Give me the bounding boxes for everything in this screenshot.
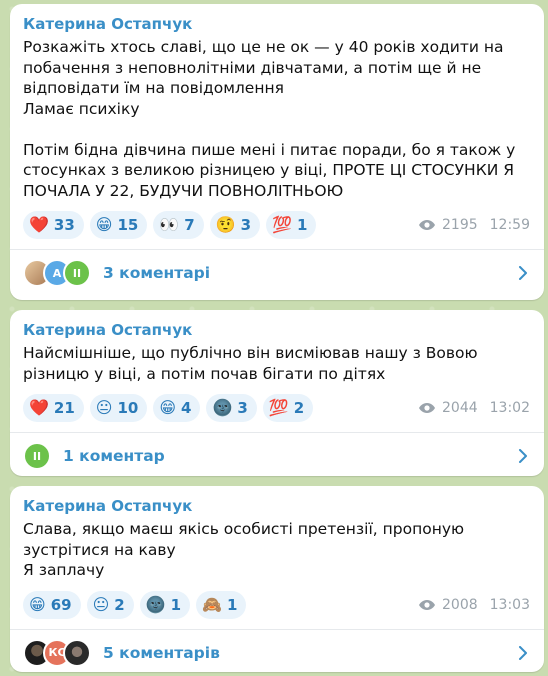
grin-emoji-icon: 😁 [95,215,113,234]
reaction-neutral[interactable]: 😐 2 [86,590,134,619]
neutral-face-emoji-icon: 😐 [92,594,110,614]
avatar: II [23,442,51,470]
commenter-avatars: II [23,442,51,470]
commenter-avatars: КС [23,638,91,667]
reaction-count: 4 [181,399,192,417]
message-time: 13:03 [489,596,530,613]
reaction-count: 15 [117,216,139,234]
comments-link[interactable]: 3 коментарі [103,264,516,282]
message-author[interactable]: Катерина Остапчук [23,14,530,34]
heart-emoji-icon: ❤️ [29,215,49,234]
reactions-bar: 😁 69 😐 2 🌚 1 🙈 1 [23,590,247,619]
reaction-count: 1 [297,216,308,234]
eye-icon [419,403,435,413]
view-count: 2044 [442,400,478,416]
reaction-grin[interactable]: 😁 4 [153,394,201,422]
message-author[interactable]: Катерина Остапчук [23,496,530,516]
heart-emoji-icon: ❤️ [29,398,49,417]
reaction-raised-eyebrow[interactable]: 🤨 3 [209,211,261,239]
reaction-count: 2 [114,595,125,614]
message-footer: ❤️ 21 😐 10 😁 4 🌚 3 💯 2 2044 13:02 [23,392,530,424]
reaction-moon[interactable]: 🌚 1 [139,590,191,619]
comments-row[interactable]: КС 5 коментарів [23,630,530,676]
message-stats: 2008 13:03 [418,597,530,613]
reaction-moon[interactable]: 🌚 3 [206,394,257,422]
reactions-bar: ❤️ 33 😁 15 👀 7 🤨 3 💯 1 [23,211,317,239]
chevron-right-icon[interactable] [516,645,530,660]
new-moon-face-emoji-icon: 🌚 [145,594,166,614]
message-text: Слава, якщо маєш якісь особисті претензі… [23,520,465,579]
eye-icon [419,599,435,610]
reactions-bar: ❤️ 21 😐 10 😁 4 🌚 3 💯 2 [23,394,314,422]
grin-emoji-icon: 😁 [29,594,46,614]
reaction-hundred[interactable]: 💯 1 [266,211,317,239]
message-bubble[interactable]: Катерина Остапчук Розкажіть хтось славі,… [10,4,544,300]
comments-link[interactable]: 1 коментар [63,447,516,465]
new-moon-face-emoji-icon: 🌚 [212,398,233,417]
grin-emoji-icon: 😁 [159,398,177,417]
view-count: 2195 [442,217,478,233]
reaction-heart[interactable]: ❤️ 33 [23,211,84,239]
see-no-evil-monkey-emoji-icon: 🙈 [202,594,222,614]
eyes-emoji-icon: 👀 [159,215,180,234]
message-stats: 2044 13:02 [418,400,530,416]
reaction-count: 3 [237,399,248,417]
reaction-count: 2 [293,399,305,417]
reaction-count: 7 [184,216,195,234]
reaction-hundred[interactable]: 💯 2 [262,394,314,422]
eye-icon [419,220,435,230]
raised-eyebrow-emoji-icon: 🤨 [215,215,236,234]
reaction-see-no-evil[interactable]: 🙈 1 [196,590,247,619]
message-text: Розкажіть хтось славі, що це не ок — у 4… [23,38,516,200]
chevron-right-icon[interactable] [516,449,530,463]
hundred-emoji-icon: 💯 [268,398,289,417]
message-bubble[interactable]: Катерина Остапчук Найсмішніше, що публіч… [10,310,544,476]
message-footer: 😁 69 😐 2 🌚 1 🙈 1 2008 13:03 [23,589,530,621]
avatar: II [63,259,91,287]
hundred-emoji-icon: 💯 [272,215,292,234]
reaction-count: 33 [53,216,75,234]
avatar [63,638,91,667]
message-time: 13:02 [489,400,530,416]
reaction-neutral[interactable]: 😐 10 [89,394,148,422]
neutral-face-emoji-icon: 😐 [95,398,113,417]
reaction-count: 1 [170,595,182,614]
reaction-eyes[interactable]: 👀 7 [153,211,204,239]
message-time: 12:59 [489,217,530,233]
message-footer: ❤️ 33 😁 15 👀 7 🤨 3 💯 1 2195 12:59 [23,209,530,241]
message-bubble[interactable]: Катерина Остапчук Слава, якщо маєш якісь… [10,486,544,672]
message-text: Найсмішніше, що публічно він висміював н… [23,344,483,383]
reaction-heart[interactable]: ❤️ 21 [23,394,84,422]
reaction-count: 69 [50,595,72,614]
chevron-right-icon[interactable] [516,266,530,280]
message-author[interactable]: Катерина Остапчук [23,320,530,340]
message-stats: 2195 12:59 [418,217,530,233]
comments-link[interactable]: 5 коментарів [103,644,516,662]
reaction-count: 21 [53,399,75,417]
view-count: 2008 [442,596,478,613]
commenter-avatars: A II [23,259,91,287]
comments-row[interactable]: II 1 коментар [23,433,530,479]
reaction-grin[interactable]: 😁 69 [23,590,81,619]
reaction-count: 1 [226,595,238,614]
reaction-count: 3 [240,216,252,234]
reaction-count: 10 [117,399,139,417]
reaction-grin[interactable]: 😁 15 [89,211,148,239]
comments-row[interactable]: A II 3 коментарі [23,250,530,296]
